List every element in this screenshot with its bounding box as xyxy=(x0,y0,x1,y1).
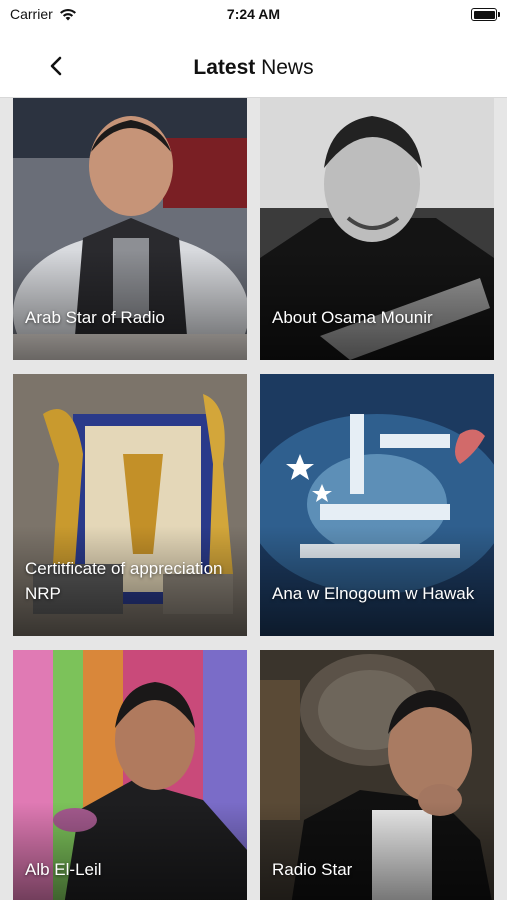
news-card[interactable]: Alb El-Leil xyxy=(13,650,247,900)
news-card[interactable]: About Osama Mounir xyxy=(260,98,494,360)
news-title: Certitficate of appreciation NRP xyxy=(25,559,223,603)
news-card[interactable]: Radio Star xyxy=(260,650,494,900)
page-title-rest: News xyxy=(255,56,314,79)
navigation-bar: Latest News xyxy=(0,30,507,98)
news-title: Radio Star xyxy=(272,860,353,879)
news-title: Alb El-Leil xyxy=(25,860,102,879)
page-title: Latest News xyxy=(0,56,507,80)
news-title: Ana w Elnogoum w Hawak xyxy=(272,584,475,603)
page-title-bold: Latest xyxy=(193,56,256,79)
status-bar: Carrier 7:24 AM xyxy=(0,0,507,30)
news-title: About Osama Mounir xyxy=(272,308,433,327)
clock: 7:24 AM xyxy=(226,6,281,22)
news-card[interactable]: Arab Star of Radio xyxy=(13,98,247,360)
news-card[interactable]: Certitficate of appreciation NRP xyxy=(13,374,247,636)
battery-icon xyxy=(471,8,500,21)
caption-shade xyxy=(13,802,247,900)
news-title: Arab Star of Radio xyxy=(25,308,165,327)
news-card[interactable]: Ana w Elnogoum w Hawak xyxy=(260,374,494,636)
news-grid: Arab Star of Radio About Osama Mounir Ce… xyxy=(0,98,507,900)
caption-shade xyxy=(260,802,494,900)
